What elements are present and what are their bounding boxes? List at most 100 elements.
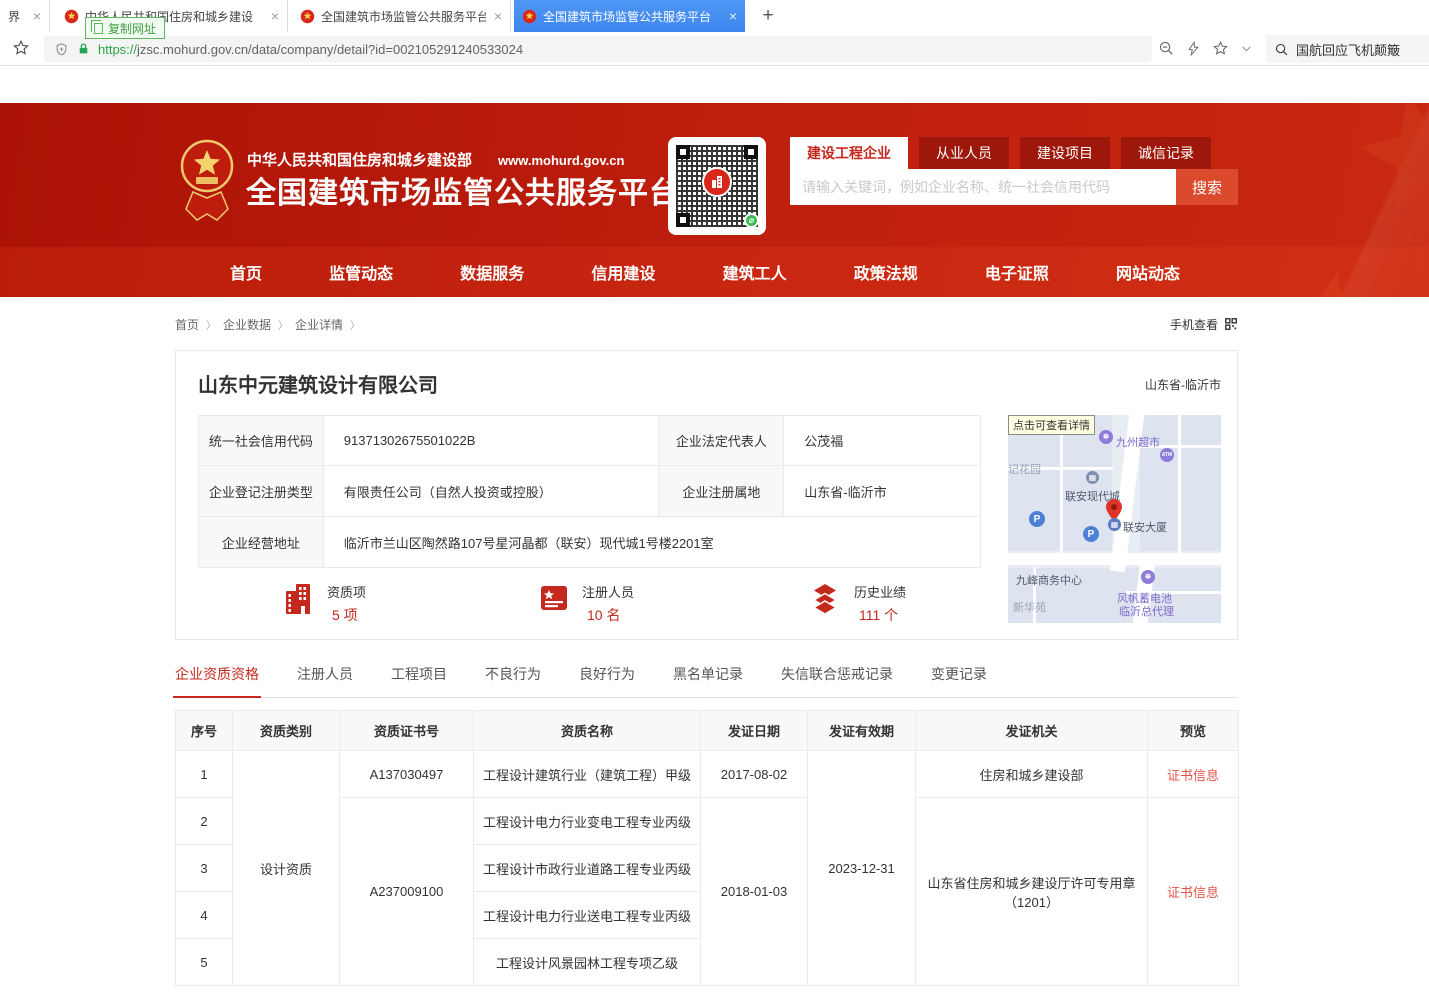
copy-icon [94, 23, 103, 34]
emblem-favicon [522, 9, 537, 24]
browser-tabstrip: 界 × 中华人民共和国住房和城乡建设 × 全国建筑市场监管公共服务平台 × 全国… [0, 0, 1429, 32]
col-header-no: 序号 [176, 711, 233, 751]
company-info-table: 统一社会信用代码 91371302675501022B 企业法定代表人 公茂福 … [198, 415, 981, 568]
qr-wechat-badge: ⌀ [744, 213, 759, 228]
national-emblem [180, 139, 234, 225]
stat-value: 10 名 [587, 605, 634, 625]
qr-finder [744, 145, 758, 159]
tab-blacklist[interactable]: 黑名单记录 [673, 664, 743, 684]
zoom-out-icon[interactable] [1158, 40, 1175, 57]
tab-projects[interactable]: 工程项目 [391, 664, 447, 684]
nav-item-credit[interactable]: 信用建设 [591, 260, 655, 284]
copy-url-tooltip: 复制网址 [85, 17, 165, 39]
flash-icon[interactable] [1186, 40, 1201, 57]
tab-close-icon[interactable]: × [271, 9, 279, 23]
certificate-info-link[interactable]: 证书信息 [1167, 768, 1219, 783]
breadcrumb: 首页 〉 企业数据 〉 企业详情 〉 手机查看 [175, 314, 1238, 334]
cell-preview: 证书信息 [1148, 751, 1239, 798]
nav-item-home[interactable]: 首页 [230, 260, 262, 284]
stat-label: 注册人员 [582, 582, 634, 601]
nav-item-certificates[interactable]: 电子证照 [985, 260, 1049, 284]
browser-tab-partial[interactable]: 界 × [0, 0, 50, 32]
chevron-down-icon[interactable] [1240, 42, 1253, 55]
browser-urlbar: https://jzsc.mohurd.gov.cn/data/company/… [0, 32, 1429, 66]
map-parking-pin: P [1083, 526, 1099, 542]
search-tab-enterprise[interactable]: 建设工程企业 [790, 137, 908, 169]
info-label-reg-type: 企业登记注册类型 [199, 466, 324, 517]
cell-cert-no: A237009100 [340, 798, 474, 986]
building-icon [284, 582, 314, 614]
cell-preview: 证书信息 [1148, 798, 1239, 986]
table-header-row: 序号 资质类别 资质证书号 资质名称 发证日期 发证有效期 发证机关 预览 [176, 711, 1239, 751]
tab-change-records[interactable]: 变更记录 [931, 664, 987, 684]
bookmark-star-icon[interactable] [12, 39, 30, 62]
tab-label: 界 [8, 8, 25, 25]
new-tab-button[interactable]: + [756, 4, 780, 28]
main-nav: 首页 监管动态 数据服务 信用建设 建筑工人 政策法规 电子证照 网站动态 [0, 247, 1429, 297]
map-supermarket-pin: ⛯ [1099, 430, 1113, 444]
info-value-address: 临沂市兰山区陶然路107号星河晶都（联安）现代城1号楼2201室 [323, 517, 980, 568]
company-name: 山东中元建筑设计有限公司 [198, 369, 438, 398]
company-region: 山东省-临沂市 [1145, 376, 1221, 393]
breadcrumb-home[interactable]: 首页 [175, 316, 199, 333]
map-label-battery-2: 临沂总代理 [1119, 603, 1174, 619]
keyword-search-input[interactable] [790, 169, 1176, 205]
breadcrumb-company-data[interactable]: 企业数据 [223, 316, 271, 333]
cell-qual-name: 工程设计风景园林工程专项乙级 [474, 939, 701, 986]
info-value-credit-code: 91371302675501022B [323, 416, 659, 466]
map-label-garden: 记花园 [1008, 461, 1041, 477]
browser-tab-jzsc[interactable]: 全国建筑市场监管公共服务平台 × [292, 0, 511, 32]
certificate-info-link[interactable]: 证书信息 [1167, 885, 1219, 900]
col-header-preview: 预览 [1148, 711, 1239, 751]
browser-search-box[interactable]: 国航回应飞机颠簸 [1266, 35, 1429, 63]
cell-issue-date: 2017-08-02 [701, 751, 808, 798]
location-map[interactable]: ⛯ 九州超市 ATM 记花园 ▦ 联安现代城 ▦ 联安大厦 P P 九峰商务中心… [1008, 415, 1221, 623]
nav-item-data-service[interactable]: 数据服务 [460, 260, 524, 284]
browser-tab-active[interactable]: 全国建筑市场监管公共服务平台 × [514, 0, 745, 32]
search-tab-project[interactable]: 建设项目 [1020, 137, 1110, 169]
authority-line2: （1201） [922, 892, 1141, 911]
tab-label: 全国建筑市场监管公共服务平台 [543, 8, 721, 25]
tab-close-icon[interactable]: × [33, 9, 41, 23]
cell-validity: 2023-12-31 [808, 751, 916, 986]
col-header-issue-date: 发证日期 [701, 711, 808, 751]
map-building-pin: ▦ [1086, 471, 1099, 484]
address-bar[interactable]: https://jzsc.mohurd.gov.cn/data/company/… [44, 36, 1152, 62]
col-header-category: 资质类别 [233, 711, 340, 751]
info-value-reg-type: 有限责任公司（自然人投资或控股） [323, 466, 659, 517]
tab-bad-behavior[interactable]: 不良行为 [485, 664, 541, 684]
urlbar-actions [1158, 40, 1253, 57]
nav-item-site-news[interactable]: 网站动态 [1116, 260, 1180, 284]
breadcrumb-separator: 〉 [350, 317, 360, 332]
tab-good-behavior[interactable]: 良好行为 [579, 664, 635, 684]
tab-dishonesty-records[interactable]: 失信联合惩戒记录 [781, 664, 893, 684]
cell-cert-no: A137030497 [340, 751, 474, 798]
search-button[interactable]: 搜索 [1176, 169, 1238, 205]
mobile-view-label[interactable]: 手机查看 [1170, 316, 1218, 333]
favorite-star-icon[interactable] [1212, 40, 1229, 57]
search-tab-personnel[interactable]: 从业人员 [919, 137, 1009, 169]
map-label-tower: 联安大厦 [1123, 519, 1167, 535]
ministry-line: 中华人民共和国住房和城乡建设部 www.mohurd.gov.cn [247, 149, 624, 170]
cell-no: 5 [176, 939, 233, 986]
qr-code-icon[interactable] [1224, 317, 1238, 331]
nav-item-supervision[interactable]: 监管动态 [329, 260, 393, 284]
map-label-xinhua: 新华苑 [1013, 599, 1046, 615]
qualification-table: 序号 资质类别 资质证书号 资质名称 发证日期 发证有效期 发证机关 预览 1 … [175, 710, 1239, 986]
cell-qual-name: 工程设计电力行业送电工程专业丙级 [474, 892, 701, 939]
tab-qualifications[interactable]: 企业资质资格 [175, 664, 259, 684]
map-battery-pin: ⛯ [1141, 570, 1155, 584]
tab-close-icon[interactable]: × [729, 9, 737, 23]
nav-item-workers[interactable]: 建筑工人 [723, 260, 787, 284]
authority-line1: 山东省住房和城乡建设厅许可专用章 [922, 873, 1141, 892]
copy-tooltip-label: 复制网址 [108, 20, 156, 37]
tab-registered-personnel[interactable]: 注册人员 [297, 664, 353, 684]
cell-issue-date: 2018-01-03 [701, 798, 808, 986]
info-label-reg-region: 企业注册属地 [659, 466, 784, 517]
emblem-favicon [64, 9, 79, 24]
nav-item-policy[interactable]: 政策法规 [854, 260, 918, 284]
search-tab-credit[interactable]: 诚信记录 [1121, 137, 1211, 169]
tab-close-icon[interactable]: × [494, 9, 502, 23]
breadcrumb-company-detail[interactable]: 企业详情 [295, 316, 343, 333]
col-header-validity: 发证有效期 [808, 711, 916, 751]
